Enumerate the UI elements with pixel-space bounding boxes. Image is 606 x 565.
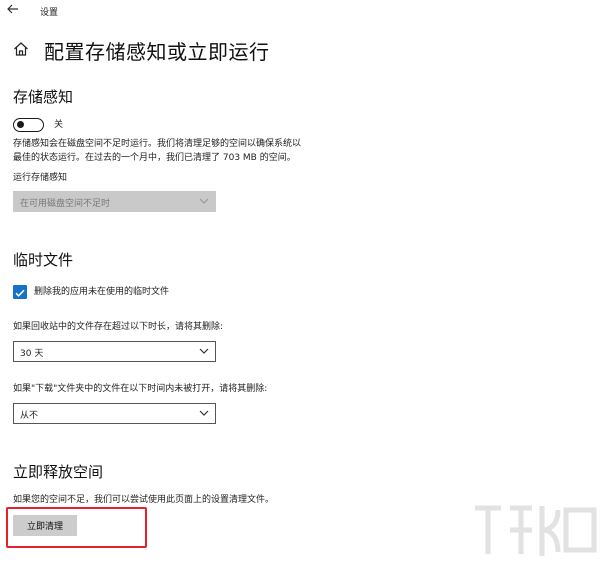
run-storage-sense-label: 运行存储感知 xyxy=(13,173,68,183)
recycle-bin-dropdown[interactable]: 30 天 xyxy=(13,341,216,362)
back-arrow-icon[interactable] xyxy=(7,3,19,17)
run-storage-sense-dropdown: 在可用磁盘空间不足时 xyxy=(13,191,216,212)
recycle-bin-value: 30 天 xyxy=(20,349,44,359)
free-space-heading: 立即释放空间 xyxy=(13,463,104,481)
temp-files-heading: 临时文件 xyxy=(13,251,74,269)
toggle-knob xyxy=(17,121,24,128)
checkmark-icon xyxy=(15,289,25,297)
watermark-logo xyxy=(475,505,597,556)
run-storage-sense-value: 在可用磁盘空间不足时 xyxy=(20,199,111,209)
free-space-description: 如果您的空间不足，我们可以尝试使用此页面上的设置清理文件。 xyxy=(13,495,275,505)
home-icon[interactable] xyxy=(13,41,29,57)
storage-sense-heading: 存储感知 xyxy=(13,88,74,106)
delete-temp-files-label: 删除我的应用未在使用的临时文件 xyxy=(34,287,170,297)
chevron-down-icon xyxy=(199,410,209,416)
downloads-label: 如果"下载"文件夹中的文件在以下时间内未被打开，请将其删除: xyxy=(13,384,268,394)
recycle-bin-label: 如果回收站中的文件存在超过以下时长，请将其删除: xyxy=(13,322,224,332)
toggle-state-label: 关 xyxy=(54,120,64,130)
downloads-dropdown[interactable]: 从不 xyxy=(13,403,216,424)
downloads-value: 从不 xyxy=(20,411,39,421)
storage-sense-description-1: 存储感知会在磁盘空间不足时运行。我们将清理足够的空间以确保系统以 xyxy=(13,139,302,149)
delete-temp-files-checkbox[interactable] xyxy=(13,285,27,299)
chevron-down-icon xyxy=(199,348,209,354)
window-title: 设置 xyxy=(40,8,59,18)
page-title: 配置存储感知或立即运行 xyxy=(44,40,270,64)
clean-now-button[interactable]: 立即清理 xyxy=(13,515,77,536)
storage-sense-toggle[interactable] xyxy=(13,118,44,132)
storage-sense-description-2: 最佳的状态运行。在过去的一个月中，我们已清理了 703 MB 的空间。 xyxy=(13,153,296,163)
chevron-down-icon xyxy=(199,198,209,204)
